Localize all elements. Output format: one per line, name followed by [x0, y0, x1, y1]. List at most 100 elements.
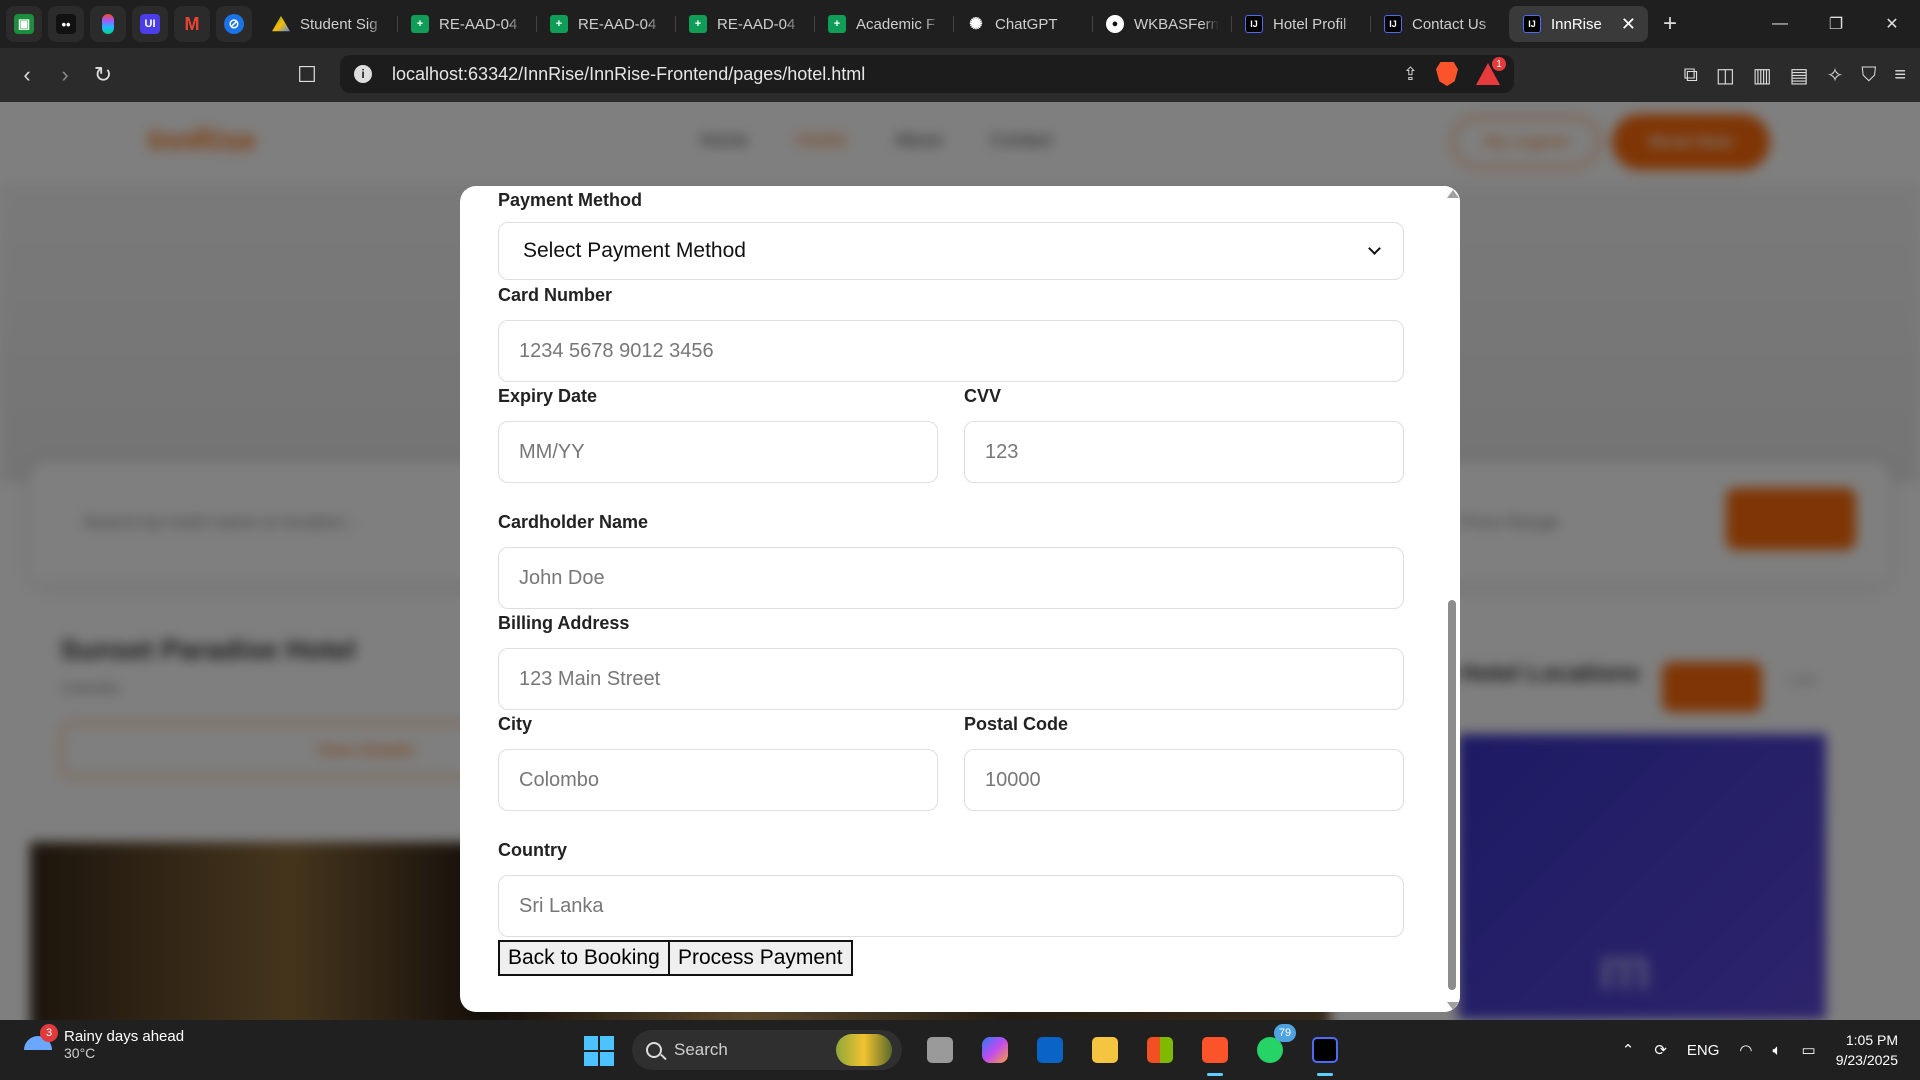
sidebar-icon[interactable]: ▥	[1753, 63, 1772, 88]
country-field[interactable]	[498, 875, 1404, 937]
ui-icon: UI	[140, 14, 160, 34]
chatgpt-icon: ✺	[969, 16, 983, 33]
expiry-date-field[interactable]	[498, 421, 938, 483]
city-field[interactable]	[498, 749, 938, 811]
card-number-input[interactable]	[499, 321, 1403, 381]
billing-address-field[interactable]	[498, 648, 1404, 710]
figma-icon	[102, 14, 114, 34]
leo-ai-icon[interactable]: ✧	[1827, 63, 1844, 88]
tab-student-sig[interactable]: Student Sig	[258, 6, 397, 42]
wifi-icon[interactable]: ◠	[1739, 1041, 1752, 1059]
search-icon	[646, 1042, 662, 1058]
pinned-tab-classroom[interactable]: ▣	[6, 6, 42, 42]
process-payment-button[interactable]: Process Payment	[668, 940, 853, 976]
cardholder-name-field[interactable]	[498, 547, 1404, 609]
close-window-icon[interactable]: ✕	[1864, 0, 1920, 48]
pinned-tab-figma[interactable]	[90, 6, 126, 42]
clock[interactable]: 1:05 PM 9/23/2025	[1836, 1030, 1898, 1070]
bookmark-icon[interactable]: ☐	[288, 56, 326, 94]
weather-widget[interactable]: 3 Rainy days ahead 30°C	[24, 1023, 185, 1061]
chevron-up-icon[interactable]: ⌃	[1622, 1041, 1635, 1059]
copilot-button[interactable]	[975, 1030, 1015, 1070]
pinned-tab-app[interactable]: ••	[48, 6, 84, 42]
vpn-icon[interactable]: ⛉	[1861, 64, 1876, 87]
battery-icon[interactable]: ▭	[1802, 1041, 1816, 1059]
tab-strip: Student Sig + RE-AAD-04 + RE-AAD-04 + RE-AA…	[258, 0, 1648, 48]
pinned-tab-gmail[interactable]: M	[174, 6, 210, 42]
intellij-button[interactable]	[1305, 1030, 1345, 1076]
pinned-tab-link[interactable]: ⊘	[216, 6, 252, 42]
minimize-icon[interactable]: —	[1752, 0, 1808, 48]
link-icon: ⊘	[224, 14, 244, 34]
tab-hotel-profile[interactable]: IJ Hotel Profil	[1231, 6, 1370, 42]
browser-tab-bar: ▣ •• UI M ⊘ Student Sig + RE-AAD-04 + RE-A…	[0, 0, 1920, 48]
browser-toolbar: ‹ › ↻ ☐ i localhost:63342/InnRise/InnRis…	[0, 48, 1920, 102]
postal-code-input[interactable]	[965, 750, 1403, 810]
modal-scrollbar[interactable]	[1444, 186, 1460, 1012]
scroll-down-arrow-icon[interactable]	[1447, 1002, 1459, 1010]
weather-text: Rainy days ahead	[64, 1028, 185, 1045]
sync-icon[interactable]: ⟳	[1654, 1041, 1667, 1059]
pinned-tabs: ▣ •• UI M ⊘	[0, 6, 252, 42]
billing-address-label: Billing Address	[498, 613, 630, 633]
taskbar-search[interactable]: Search	[632, 1030, 902, 1070]
reload-icon[interactable]: ↻	[84, 56, 122, 94]
address-bar[interactable]: i localhost:63342/InnRise/InnRise-Fronte…	[340, 55, 1514, 93]
file-explorer-button[interactable]	[1085, 1030, 1125, 1070]
wallet-icon[interactable]: ▤	[1790, 63, 1809, 88]
expiry-date-input[interactable]	[499, 422, 937, 482]
share-icon[interactable]: ⇪	[1403, 64, 1418, 85]
extensions-icon[interactable]: ⧉	[1684, 64, 1698, 87]
tab-contact-us[interactable]: IJ Contact Us	[1370, 6, 1509, 42]
card-number-field[interactable]	[498, 320, 1404, 382]
windows-start-icon[interactable]	[584, 1036, 614, 1066]
outlook-icon	[1037, 1037, 1063, 1063]
city-input[interactable]	[499, 750, 937, 810]
task-view-button[interactable]	[920, 1030, 960, 1070]
intellij-icon	[1312, 1037, 1338, 1063]
tab-chatgpt[interactable]: ✺ ChatGPT	[953, 6, 1092, 42]
billing-address-input[interactable]	[499, 649, 1403, 709]
store-button[interactable]	[1140, 1030, 1180, 1070]
weather-temp: 30°C	[64, 1045, 96, 1061]
forward-icon[interactable]: ›	[46, 56, 84, 94]
expiry-date-label: Expiry Date	[498, 386, 598, 406]
tab-re-aad-3[interactable]: + RE-AAD-04	[675, 6, 814, 42]
url-text: localhost:63342/InnRise/InnRise-Frontend…	[392, 63, 866, 84]
close-tab-icon[interactable]: ✕	[1621, 14, 1636, 35]
cvv-field[interactable]	[964, 421, 1404, 483]
outlook-button[interactable]	[1030, 1030, 1070, 1070]
tab-re-aad-2[interactable]: + RE-AAD-04	[536, 6, 675, 42]
postal-code-field[interactable]	[964, 749, 1404, 811]
reader-icon[interactable]: ◫	[1716, 63, 1735, 88]
sheets-icon: +	[550, 15, 568, 33]
restore-icon[interactable]: ❐	[1808, 0, 1864, 48]
chevron-down-icon	[1368, 242, 1381, 255]
tab-innrise[interactable]: IJ InnRise ✕	[1509, 6, 1648, 42]
back-to-booking-button[interactable]: Back to Booking	[498, 940, 670, 976]
tab-academic[interactable]: + Academic F	[814, 6, 953, 42]
taskbar-apps: 79	[920, 1024, 1345, 1076]
tab-github[interactable]: ● WKBASFern	[1092, 6, 1231, 42]
system-tray: ⌃ ⟳ ENG ◠ 🔈︎ ▭ 1:05 PM 9/23/2025	[1622, 1020, 1898, 1080]
cvv-input[interactable]	[965, 422, 1403, 482]
cardholder-name-label: Cardholder Name	[498, 512, 649, 532]
back-icon[interactable]: ‹	[8, 56, 46, 94]
new-tab-button[interactable]: +	[1652, 10, 1688, 38]
brave-button[interactable]	[1195, 1030, 1235, 1076]
whatsapp-button[interactable]: 79	[1250, 1024, 1296, 1070]
volume-muted-icon[interactable]: 🔈︎	[1773, 1042, 1782, 1059]
scrollbar-thumb[interactable]	[1448, 600, 1456, 990]
pinned-tab-ui[interactable]: UI	[132, 6, 168, 42]
window-controls: — ❐ ✕	[1752, 0, 1920, 48]
payment-method-select[interactable]: Select Payment Method	[498, 222, 1404, 280]
site-info-icon[interactable]: i	[354, 65, 372, 83]
github-icon: ●	[1106, 15, 1124, 33]
cardholder-name-input[interactable]	[499, 548, 1403, 608]
brave-shields-icon[interactable]	[1436, 62, 1458, 86]
scroll-up-arrow-icon[interactable]	[1447, 190, 1459, 198]
country-input[interactable]	[499, 876, 1403, 936]
language-indicator[interactable]: ENG	[1687, 1042, 1720, 1059]
tab-re-aad-1[interactable]: + RE-AAD-04	[397, 6, 536, 42]
menu-icon[interactable]: ≡	[1894, 64, 1906, 87]
